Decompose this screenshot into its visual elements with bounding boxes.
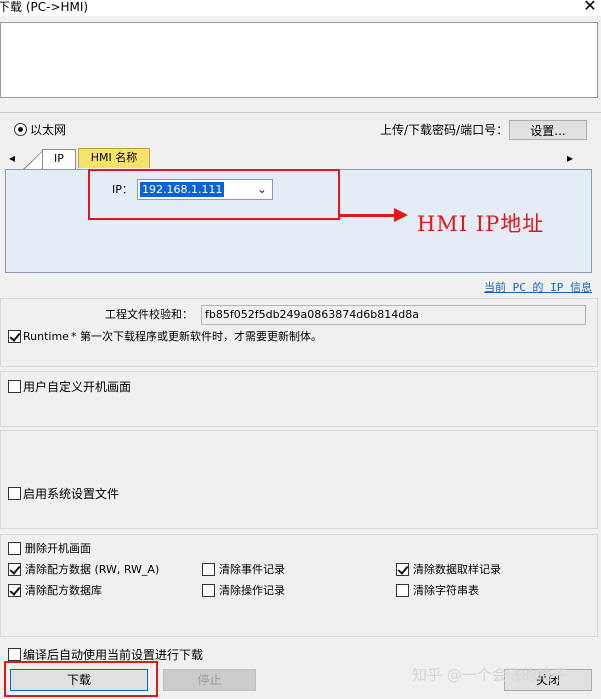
clear-recipe-db-label: 清除配方数据库: [25, 584, 102, 597]
tab-ip[interactable]: IP: [42, 149, 76, 169]
close-icon[interactable]: ✕: [580, 0, 600, 15]
clear-recipe-checkbox[interactable]: [8, 563, 21, 576]
tab-decoration-fill: [24, 152, 42, 170]
ethernet-label: 以太网: [30, 123, 67, 137]
clear-events-checkbox[interactable]: [202, 563, 215, 576]
auto-download-checkbox[interactable]: [8, 648, 21, 661]
annotation-arrow: [340, 214, 396, 217]
window-title: 下载 (PC->HMI): [0, 0, 89, 14]
clear-sampling-label: 清除数据取样记录: [413, 563, 501, 576]
message-textarea[interactable]: [0, 22, 598, 98]
scroll-left-icon[interactable]: ◂: [9, 151, 15, 165]
clear-operations-checkbox[interactable]: [202, 584, 215, 597]
system-settings-panel: [0, 430, 598, 529]
stop-button[interactable]: 停止: [163, 669, 256, 691]
delete-startup-label: 删除开机画面: [25, 542, 91, 555]
auto-download-label: 编译后自动使用当前设置进行下载: [23, 648, 204, 662]
clear-events-label: 清除事件记录: [219, 563, 285, 576]
runtime-note: * 第一次下载程序或更新软件时，才需要更新制体。: [71, 330, 322, 343]
annotation-highlight-box: [88, 169, 340, 220]
clear-sampling-checkbox[interactable]: [396, 563, 409, 576]
settings-button[interactable]: 设置...: [509, 120, 587, 140]
download-button[interactable]: 下载: [10, 669, 148, 691]
custom-startup-label: 用户自定义开机画面: [23, 380, 132, 394]
checksum-field: fb85f052f5db249a0863874d6b814d8a: [201, 305, 586, 325]
ethernet-radio[interactable]: [14, 123, 27, 136]
clear-strings-label: 清除字符串表: [413, 584, 479, 597]
system-settings-label: 启用系统设置文件: [23, 487, 120, 501]
system-settings-checkbox[interactable]: [8, 487, 21, 500]
custom-startup-checkbox[interactable]: [8, 380, 21, 393]
pc-ip-info-link[interactable]: 当前 PC 的 IP 信息: [484, 279, 592, 295]
clear-strings-checkbox[interactable]: [396, 584, 409, 597]
tab-hmi-name[interactable]: HMI 名称: [78, 148, 150, 168]
runtime-label: Runtime: [23, 330, 69, 343]
title-bar: 下载 (PC->HMI) ✕: [0, 0, 601, 16]
clear-recipe-label: 清除配方数据 (RW, RW_A): [25, 563, 160, 576]
annotation-text: HMI IP地址: [417, 212, 545, 236]
scroll-right-icon[interactable]: ▸: [567, 151, 573, 165]
clear-recipe-db-checkbox[interactable]: [8, 584, 21, 597]
password-port-label: 上传/下载密码/端口号：: [380, 123, 509, 137]
checksum-label: 工程文件校验和：: [105, 308, 193, 321]
clear-operations-label: 清除操作记录: [219, 584, 285, 597]
divider: [0, 112, 601, 113]
delete-startup-checkbox[interactable]: [8, 542, 21, 555]
annotation-arrow-head: [394, 208, 408, 222]
watermark-text: 知乎 @一个会飞的柚子: [412, 666, 567, 684]
runtime-checkbox[interactable]: [8, 330, 21, 343]
